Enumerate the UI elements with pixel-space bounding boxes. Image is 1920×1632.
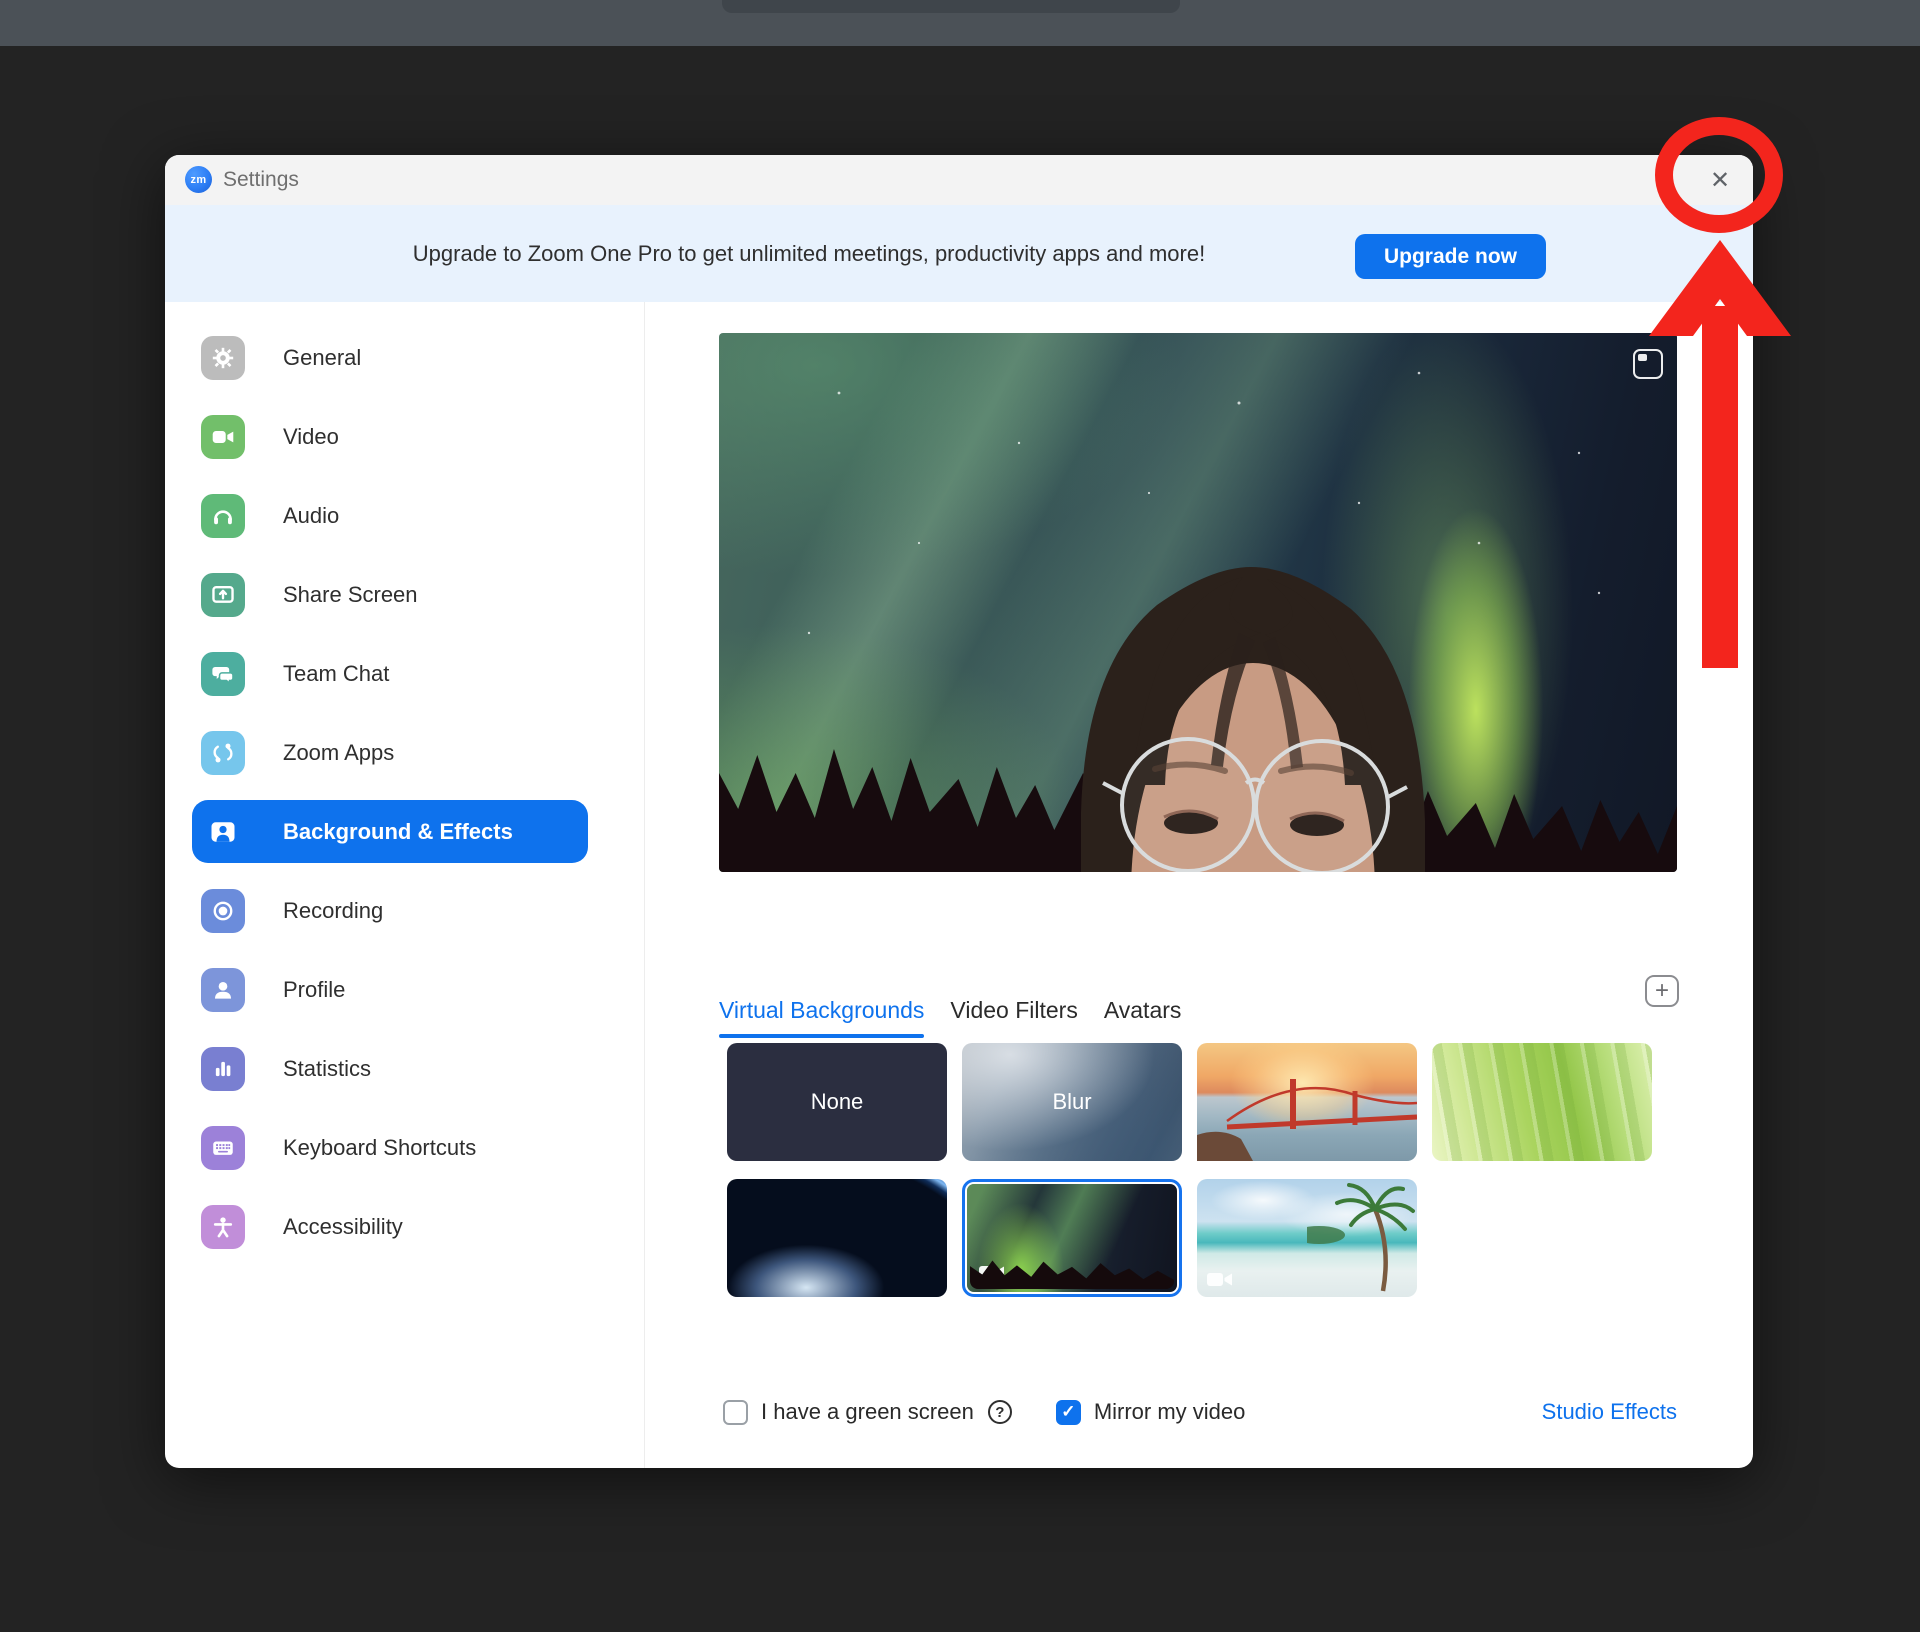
sidebar-item-background-effects[interactable]: Background & Effects xyxy=(192,800,588,863)
video-background-icon xyxy=(979,1264,1005,1281)
sidebar-item-general[interactable]: General xyxy=(192,318,588,397)
sidebar-item-label: Team Chat xyxy=(283,661,389,687)
sidebar-item-accessibility[interactable]: Accessibility xyxy=(192,1187,588,1266)
zoom-apps-icon xyxy=(201,731,245,775)
mirror-video-checkbox[interactable]: ✓ xyxy=(1056,1400,1081,1425)
person-in-preview xyxy=(719,333,1677,872)
zoom-logo-text: zm xyxy=(191,174,207,186)
tab-virtual-backgrounds[interactable]: Virtual Backgrounds xyxy=(719,997,924,1030)
picture-in-picture-icon[interactable] xyxy=(1633,349,1663,379)
palm-tree-illustration xyxy=(1307,1179,1417,1297)
video-preview xyxy=(719,333,1677,872)
window-title: Settings xyxy=(223,155,299,205)
sidebar-item-statistics[interactable]: Statistics xyxy=(192,1029,588,1108)
sidebar-item-video[interactable]: Video xyxy=(192,397,588,476)
background-tile-earth-from-space[interactable] xyxy=(727,1179,947,1297)
checkmark-icon: ✓ xyxy=(1061,1402,1075,1422)
headphones-icon xyxy=(201,494,245,538)
zoom-settings-window: zm Settings ✕ Upgrade to Zoom One Pro to… xyxy=(165,155,1753,1468)
studio-effects-link[interactable]: Studio Effects xyxy=(1542,1399,1677,1425)
background-tabs: Virtual Backgrounds Video Filters Avatar… xyxy=(719,997,1181,1030)
sidebar-item-label: Statistics xyxy=(283,1056,371,1082)
background-tile-tropical-beach[interactable] xyxy=(1197,1179,1417,1297)
tab-video-filters[interactable]: Video Filters xyxy=(950,997,1077,1030)
background-tile-grass[interactable] xyxy=(1432,1043,1652,1161)
sidebar-item-share-screen[interactable]: Share Screen xyxy=(192,555,588,634)
sidebar-item-team-chat[interactable]: Team Chat xyxy=(192,634,588,713)
background-tile-golden-gate-bridge[interactable] xyxy=(1197,1043,1417,1161)
upgrade-banner-text: Upgrade to Zoom One Pro to get unlimited… xyxy=(413,241,1205,267)
sidebar-item-label: Audio xyxy=(283,503,339,529)
mirror-video-label: Mirror my video xyxy=(1094,1399,1246,1425)
keyboard-icon xyxy=(201,1126,245,1170)
chat-bubbles-icon xyxy=(201,652,245,696)
sidebar-item-zoom-apps[interactable]: Zoom Apps xyxy=(192,713,588,792)
add-background-button[interactable]: + xyxy=(1645,975,1679,1007)
upgrade-now-button[interactable]: Upgrade now xyxy=(1355,234,1546,279)
tab-avatars[interactable]: Avatars xyxy=(1104,997,1182,1030)
green-screen-label: I have a green screen xyxy=(761,1399,974,1425)
sidebar-item-label: Zoom Apps xyxy=(283,740,394,766)
upgrade-banner: Upgrade to Zoom One Pro to get unlimited… xyxy=(165,205,1753,302)
tile-label: Blur xyxy=(1052,1089,1091,1115)
zoom-app-icon: zm xyxy=(185,166,212,193)
titlebar: zm Settings ✕ xyxy=(165,155,1753,205)
video-camera-icon xyxy=(201,415,245,459)
settings-sidebar: General Video Audio Share Screen xyxy=(165,302,645,1468)
background-tile-none[interactable]: None xyxy=(727,1043,947,1161)
background-window-tab xyxy=(722,0,1180,13)
preview-options-row: I have a green screen ? ✓ Mirror my vide… xyxy=(723,1390,1677,1434)
background-tile-aurora-forest[interactable] xyxy=(962,1179,1182,1297)
background-window-topbar xyxy=(0,0,1920,46)
sidebar-item-label: Share Screen xyxy=(283,582,418,608)
tile-label: None xyxy=(811,1089,864,1115)
statistics-icon xyxy=(201,1047,245,1091)
record-icon xyxy=(201,889,245,933)
sidebar-item-label: Keyboard Shortcuts xyxy=(283,1135,476,1161)
sidebar-item-recording[interactable]: Recording xyxy=(192,871,588,950)
profile-icon xyxy=(201,968,245,1012)
sidebar-item-label: Video xyxy=(283,424,339,450)
bridge-illustration xyxy=(1197,1043,1417,1161)
sidebar-item-audio[interactable]: Audio xyxy=(192,476,588,555)
close-button[interactable]: ✕ xyxy=(1699,164,1741,196)
accessibility-icon xyxy=(201,1205,245,1249)
sidebar-item-keyboard-shortcuts[interactable]: Keyboard Shortcuts xyxy=(192,1108,588,1187)
sidebar-item-label: Accessibility xyxy=(283,1214,403,1240)
sidebar-item-label: General xyxy=(283,345,361,371)
background-tile-blur[interactable]: Blur xyxy=(962,1043,1182,1161)
sidebar-item-profile[interactable]: Profile xyxy=(192,950,588,1029)
video-background-icon xyxy=(1207,1271,1233,1288)
green-screen-checkbox[interactable] xyxy=(723,1400,748,1425)
sidebar-item-label: Background & Effects xyxy=(283,819,513,845)
help-icon[interactable]: ? xyxy=(988,1400,1012,1424)
sidebar-item-label: Recording xyxy=(283,898,383,924)
share-screen-icon xyxy=(201,573,245,617)
gear-icon xyxy=(201,336,245,380)
screenshot-root: zm Settings ✕ Upgrade to Zoom One Pro to… xyxy=(0,0,1920,1632)
background-thumbnails: None Blur xyxy=(727,1043,1652,1297)
mirror-video-group: ✓ Mirror my video xyxy=(1056,1399,1246,1425)
sidebar-item-label: Profile xyxy=(283,977,345,1003)
background-effects-icon xyxy=(201,810,245,854)
